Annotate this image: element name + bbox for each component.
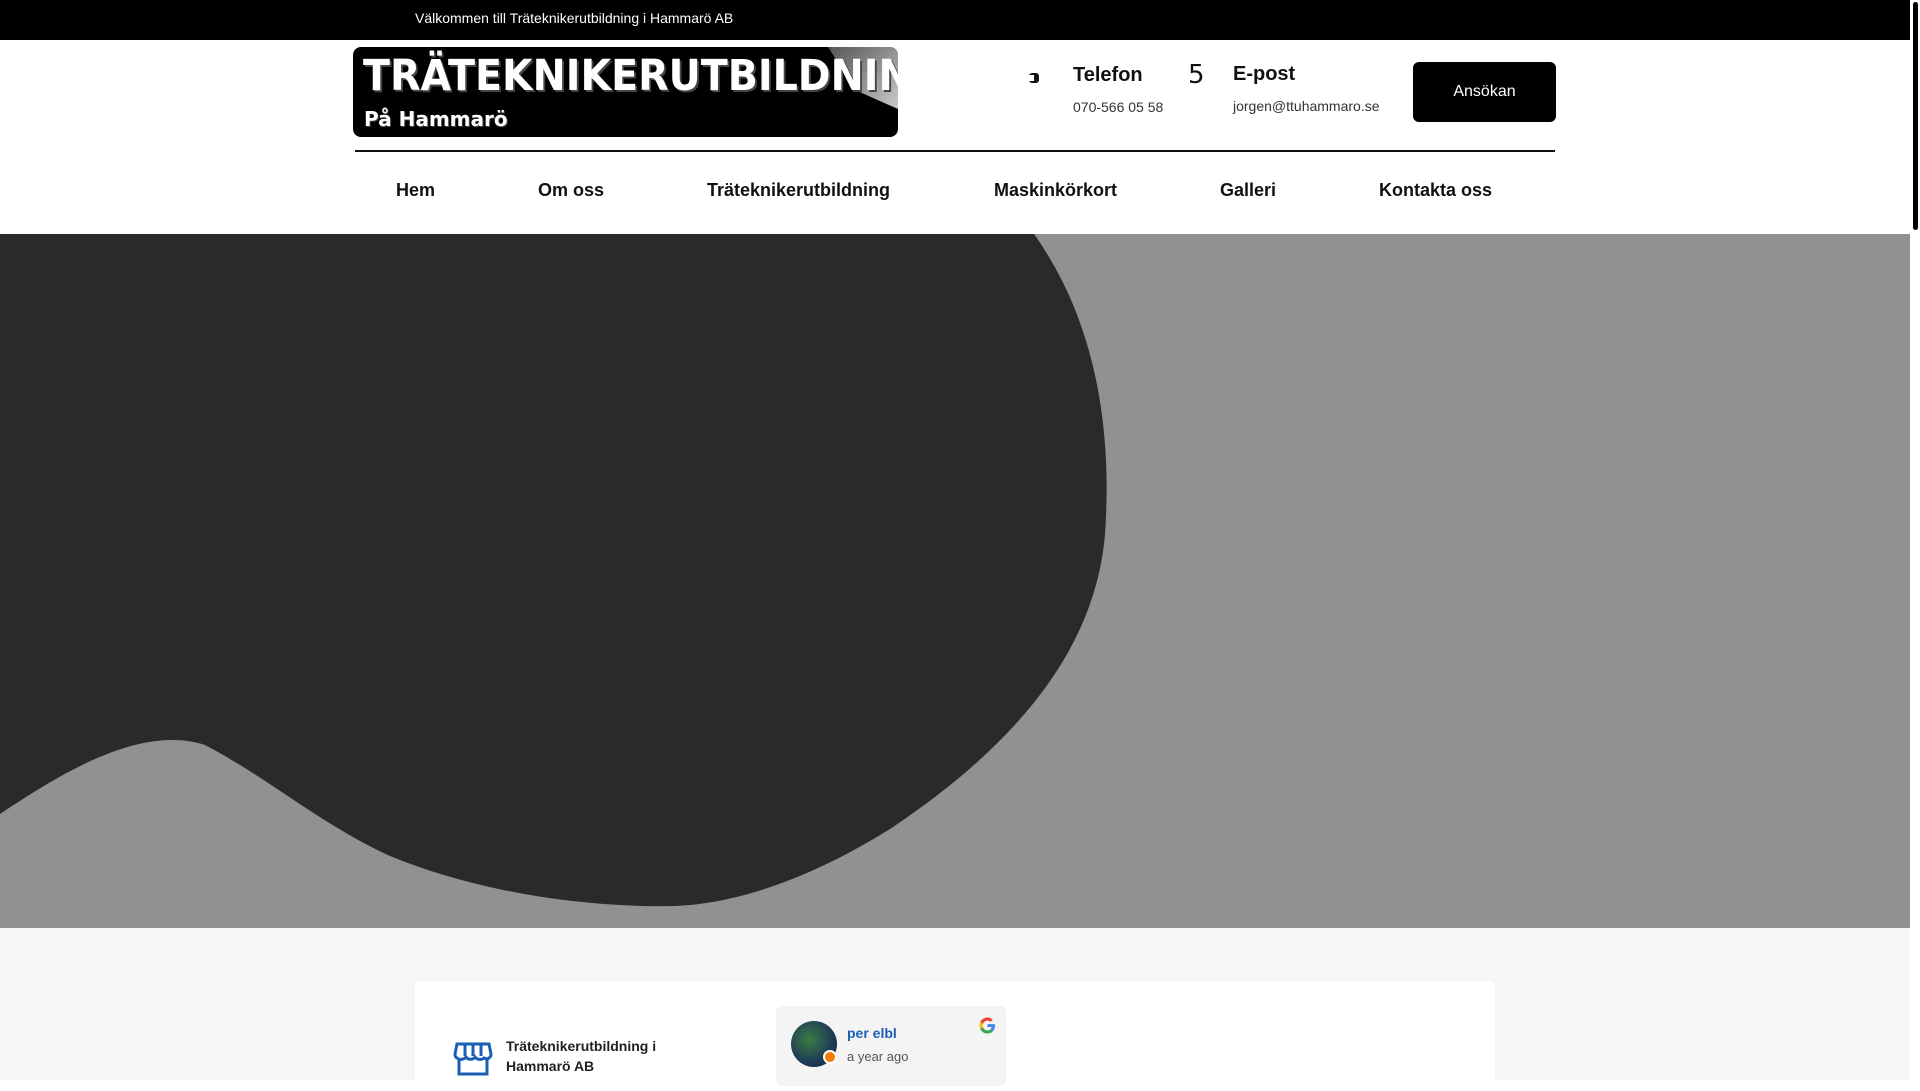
apply-button[interactable]: Ansökan [1413,62,1556,122]
phone-icon [1029,73,1039,83]
site-logo[interactable]: TRÄTEKNIKERUTBILDNING På Hammarö [353,47,898,137]
email-address[interactable]: jorgen@ttuhammaro.se [1233,98,1380,114]
top-welcome-bar: Välkommen till Träteknikerutbildning i H… [0,0,1910,40]
main-nav: Hem Om oss Träteknikerutbildning Maskink… [0,180,1910,210]
welcome-text: Välkommen till Träteknikerutbildning i H… [415,10,734,26]
hero-wave-shape [0,234,1107,907]
business-name[interactable]: Träteknikerutbildning i Hammarö AB [506,1036,686,1076]
nav-item-hem[interactable]: Hem [396,180,435,201]
scrollbar[interactable] [1910,0,1920,1080]
phone-title: Telefon [1073,64,1143,86]
reviewer-name[interactable]: per elbl [847,1025,897,1041]
email-title: E-post [1233,63,1296,85]
phone-number[interactable]: 070-566 05 58 [1073,99,1163,115]
nav-item-maskinkorkort[interactable]: Maskinkörkort [994,180,1117,201]
nav-item-kontakta-oss[interactable]: Kontakta oss [1379,180,1492,201]
nav-item-om-oss[interactable]: Om oss [538,180,604,201]
scrollbar-thumb[interactable] [1913,2,1918,230]
store-icon [453,1042,493,1076]
local-guide-badge [823,1050,837,1064]
logo-title: TRÄTEKNIKERUTBILDNING [363,51,898,101]
hero-section [0,234,1910,928]
nav-item-galleri[interactable]: Galleri [1220,180,1276,201]
google-icon [979,1017,996,1034]
nav-item-trateknikerutbildning[interactable]: Träteknikerutbildning [707,180,890,201]
mail-icon: 5 [1188,60,1205,90]
logo-subtitle: På Hammarö [364,107,508,131]
review-time: a year ago [847,1049,909,1064]
nav-divider [355,150,1555,152]
